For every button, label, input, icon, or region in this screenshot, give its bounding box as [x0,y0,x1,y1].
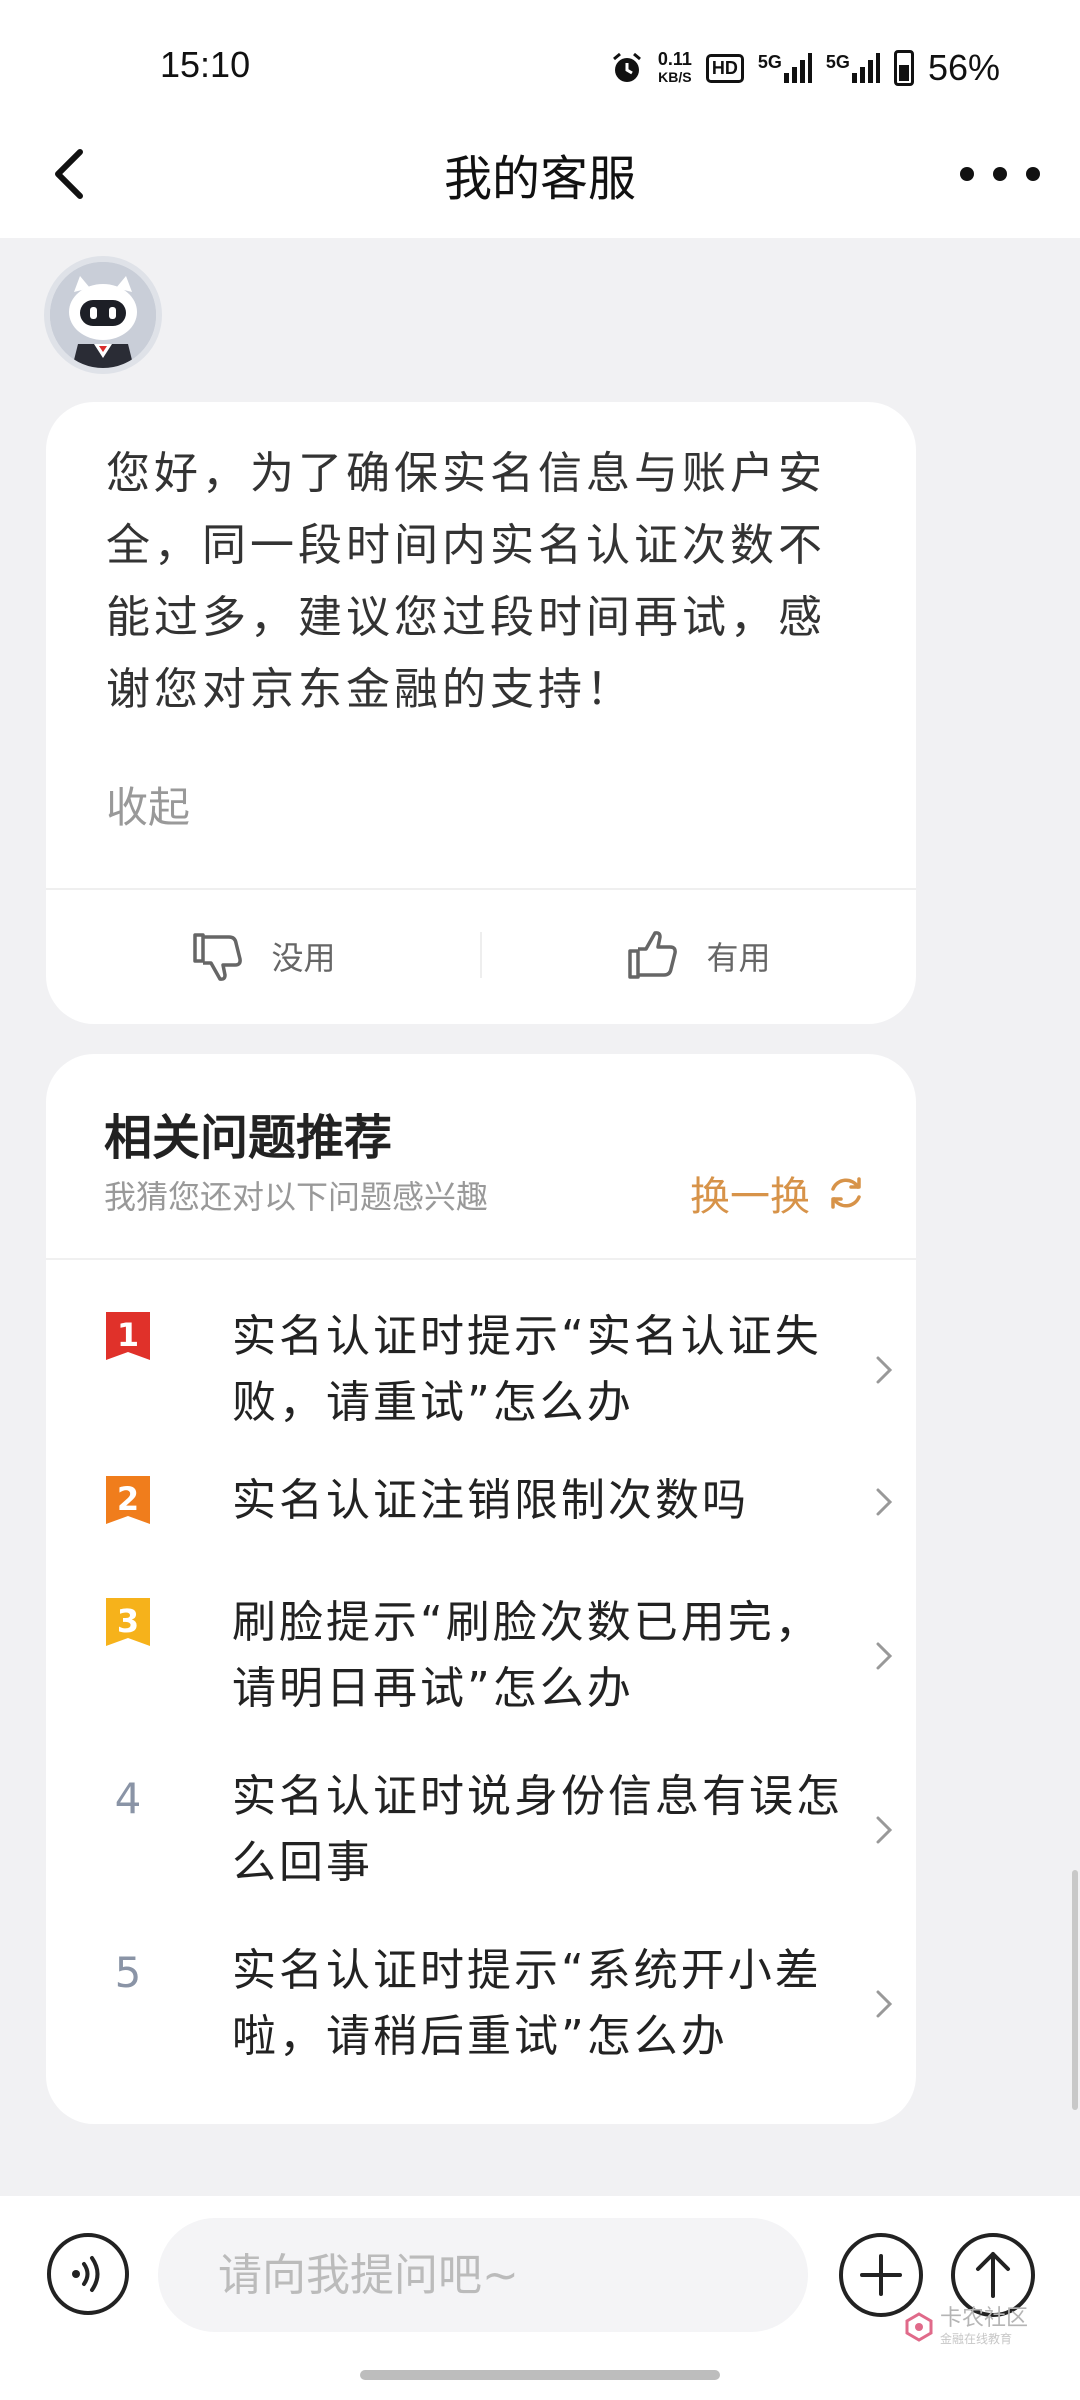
refresh-label: 换一换 [690,1174,810,1220]
question-input[interactable] [158,2218,808,2332]
related-questions-card: 相关问题推荐 我猜您还对以下问题感兴趣 换一换 1 实名认证时提示“实名认证失败… [46,1054,916,2124]
question-text: 实名认证注销限制次数吗 [232,1475,749,1526]
rank-number: 1 [116,1316,140,1354]
signal-2-label: 5G [825,52,850,72]
refresh-button[interactable]: 换一换 [690,1164,866,1222]
more-dot [960,167,974,181]
question-text: 实名认证时提示“实名认证失败，请重试”怎么办 [232,1311,822,1428]
signal-bars-icon [783,53,812,83]
more-dot [993,167,1007,181]
rank-badge-2: 2 [104,1474,152,1530]
chevron-right-icon [876,1356,893,1384]
rank-number: 5 [114,1947,142,1997]
question-text: 刷脸提示“刷脸次数已用完，请明日再试”怎么办 [232,1597,822,1714]
back-arrow-icon[interactable] [42,144,102,204]
divider [46,1258,916,1260]
thumbs-up-icon [628,931,678,979]
question-text: 实名认证时提示“系统开小差啦，请稍后重试”怎么办 [232,1945,822,2062]
plus-icon[interactable] [838,2232,924,2318]
question-text: 实名认证时说身份信息有误怎么回事 [232,1771,843,1888]
signal-1-label: 5G [757,52,782,72]
signal-2: 5G [826,53,880,83]
net-speed: 0.11 KB/S [658,50,692,86]
watermark: 卡农社区 金融在线教育 [904,2308,1028,2345]
related-subtitle: 我猜您还对以下问题感兴趣 [104,1178,489,1216]
unhelpful-button[interactable]: 没用 [46,888,481,1024]
scrollbar[interactable] [1072,1870,1078,2110]
signal-1: 5G [758,53,812,83]
chevron-right-icon [876,1488,893,1516]
watermark-text: 卡农社区 金融在线教育 [939,2306,1028,2346]
watermark-logo-icon [905,2311,933,2342]
message-text: 您好，为了确保实名信息与账户安全，同一段时间内实名认证次数不能过多，建议您过段时… [106,448,826,715]
thumbs-down-icon [193,933,243,981]
status-icons: 0.11 KB/S HD 5G 5G 56% [610,44,1000,92]
bot-avatar [44,256,162,374]
signal-bars-icon [851,53,880,83]
net-speed-value: 0.11 [657,49,692,69]
helpful-button[interactable]: 有用 [481,888,916,1024]
question-item[interactable]: 3 刷脸提示“刷脸次数已用完，请明日再试”怎么办 [104,1590,904,1722]
status-time: 15:10 [160,44,251,85]
unhelpful-label: 没用 [271,939,336,977]
nav-bar: 我的客服 [0,110,1080,238]
net-speed-unit: KB/S [658,69,692,85]
rank-badge-1: 1 [104,1310,152,1366]
rank-badge-3: 3 [104,1596,152,1652]
message-bubble: 您好，为了确保实名信息与账户安全，同一段时间内实名认证次数不能过多，建议您过段时… [46,402,916,1024]
more-options-button[interactable] [960,150,1040,198]
watermark-main: 卡农社区 [939,2306,1028,2331]
related-title: 相关问题推荐 [104,1110,393,1166]
chevron-right-icon [876,1642,893,1670]
page-title: 我的客服 [443,151,636,207]
collapse-link[interactable]: 收起 [106,774,190,835]
chevron-right-icon [876,1816,893,1844]
question-item[interactable]: 5 实名认证时提示“系统开小差啦，请稍后重试”怎么办 [104,1938,904,2070]
rank-number: 3 [116,1602,140,1640]
watermark-sub: 金融在线教育 [939,2332,1012,2346]
hd-badge: HD [705,53,744,83]
rank-number: 4 [114,1773,142,1823]
question-item[interactable]: 2 实名认证注销限制次数吗 [104,1468,904,1540]
battery-icon [893,50,914,86]
helpful-label: 有用 [706,939,771,977]
question-item[interactable]: 1 实名认证时提示“实名认证失败，请重试”怎么办 [104,1304,904,1436]
battery-percent: 56% [927,47,1000,88]
refresh-icon [831,1177,861,1209]
rank-number: 2 [116,1480,140,1518]
alarm-icon [612,52,641,82]
question-item[interactable]: 4 实名认证时说身份信息有误怎么回事 [104,1764,904,1896]
more-dot [1026,167,1040,181]
chevron-right-icon [876,1990,893,2018]
robot-icon [50,262,156,368]
voice-input-icon[interactable] [46,2232,130,2316]
home-indicator[interactable] [360,2370,720,2380]
